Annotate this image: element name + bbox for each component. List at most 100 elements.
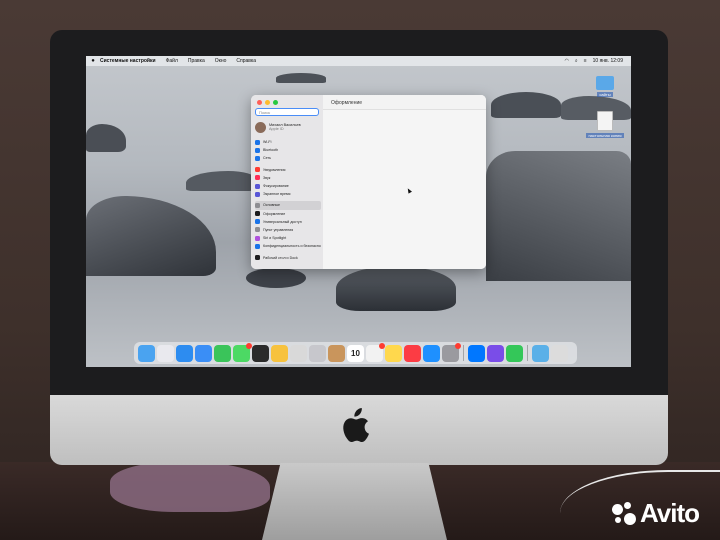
sidebar-item[interactable]: Уведомления: [255, 166, 321, 174]
sidebar-item[interactable]: Универсальный доступ: [255, 218, 321, 226]
cloth: [110, 462, 270, 512]
sidebar-item-label: Конфиденциальность и безопасность: [263, 244, 321, 249]
safari-icon[interactable]: [176, 344, 193, 362]
wallpaper-rock: [491, 92, 561, 118]
dock: 10: [134, 342, 577, 364]
account-item[interactable]: Михаил Васильев Apple ID: [255, 120, 319, 134]
menu-window[interactable]: Окно: [215, 58, 227, 64]
calculator-icon[interactable]: [252, 344, 269, 362]
dock-separator: [463, 345, 464, 361]
calendar-icon[interactable]: 10: [347, 344, 364, 362]
notes-icon[interactable]: [385, 344, 402, 362]
photo-booth-icon[interactable]: [290, 344, 307, 362]
sidebar-item[interactable]: Фокусирование: [255, 182, 321, 190]
sidebar-item-icon: [255, 211, 260, 217]
reminders-icon[interactable]: [366, 342, 385, 362]
sidebar-item[interactable]: Сеть: [255, 154, 321, 162]
photos-icon[interactable]: [271, 344, 288, 362]
settings-search-input[interactable]: Поиск: [255, 108, 319, 116]
sidebar-item-label: Экранное время: [263, 192, 291, 197]
apple-menu-icon[interactable]: ●: [86, 58, 100, 64]
finder-icon[interactable]: [138, 344, 155, 362]
wallpaper-rock: [486, 151, 631, 281]
sidebar-item[interactable]: Siri и Spotlight: [255, 234, 321, 242]
vk-icon[interactable]: [468, 344, 485, 362]
sidebar-item-icon: [255, 235, 260, 241]
sidebar-item-icon: [255, 167, 260, 173]
trash-icon[interactable]: [551, 344, 568, 362]
sidebar-item-label: Универсальный доступ: [263, 219, 302, 224]
sidebar-item[interactable]: Wi-Fi: [255, 138, 321, 146]
sidebar-item-label: Основные: [263, 203, 281, 208]
avito-watermark-text: Avito: [640, 498, 700, 528]
sidebar-item[interactable]: Оформление: [255, 210, 321, 218]
control-center-icon[interactable]: ≡: [584, 58, 587, 64]
numbers-icon[interactable]: [506, 344, 523, 362]
sidebar-item-label: Siri и Spotlight: [263, 236, 287, 241]
mouse-pointer-icon: [406, 187, 412, 194]
mail-icon[interactable]: [195, 344, 212, 362]
wifi-status-icon[interactable]: ◠: [565, 58, 569, 64]
system-settings-icon[interactable]: [442, 342, 461, 362]
facetime-icon[interactable]: [214, 344, 231, 362]
settings-sidebar: Поиск Михаил Васильев Apple ID Wi-Fi Blue…: [251, 95, 324, 269]
wallpaper-rock: [246, 268, 306, 288]
desktop-folder[interactable]: сайты: [592, 76, 618, 97]
app-store-icon[interactable]: [423, 344, 440, 362]
avatar: [255, 121, 266, 133]
zoom-window-button[interactable]: [273, 100, 278, 105]
mac-screen: ● Системные настройки Файл Правка Окно С…: [86, 56, 631, 367]
system-settings-window: Поиск Михаил Васильев Apple ID Wi-Fi Blue…: [251, 95, 486, 269]
menubar-clock[interactable]: 10 янв. 12:09: [593, 58, 623, 64]
contacts-icon[interactable]: [328, 344, 345, 362]
sidebar-item[interactable]: Пункт управления: [255, 226, 321, 234]
account-subtitle: Apple ID: [269, 127, 284, 131]
account-text: Михаил Васильев Apple ID: [269, 123, 301, 132]
menu-file[interactable]: Файл: [166, 58, 178, 64]
launchpad-icon[interactable]: [157, 344, 174, 362]
notification-badge: [455, 342, 461, 349]
window-controls: [257, 100, 278, 105]
downloads-icon[interactable]: [532, 344, 549, 362]
sidebar-item[interactable]: Конфиденциальность и безопасность: [255, 242, 321, 250]
sidebar-item-label: Рабочий стол и Dock: [263, 255, 298, 260]
settings-content: Оформление: [323, 95, 486, 269]
wallpaper-rock: [336, 266, 456, 311]
wallpaper-rock: [186, 171, 256, 191]
document-icon: [597, 111, 613, 131]
sidebar-item[interactable]: Рабочий стол и Dock: [255, 253, 321, 261]
content-title: Оформление: [331, 100, 363, 106]
minimize-window-button[interactable]: [265, 100, 270, 105]
sidebar-item-icon: [255, 155, 260, 161]
settings-sidebar-list: Wi-Fi Bluetooth Сеть Уведомления Звук Фокусир…: [255, 138, 321, 262]
sidebar-item-label: Звук: [263, 175, 271, 180]
apple-logo-icon: [343, 408, 369, 443]
wallpaper-rock: [276, 73, 326, 83]
shortcuts-icon[interactable]: [487, 344, 504, 362]
sidebar-item-icon: [255, 202, 260, 208]
wallpaper-rock: [86, 124, 126, 152]
menu-help[interactable]: Справка: [236, 58, 256, 64]
desktop-document[interactable]: настольная копия: [586, 111, 624, 138]
sidebar-item[interactable]: Основные: [255, 201, 321, 210]
sidebar-item-label: Уведомления: [263, 167, 286, 172]
wallpaper-rock: [86, 196, 216, 276]
sidebar-item-label: Wi-Fi: [263, 140, 272, 145]
menu-app-name[interactable]: Системные настройки: [100, 58, 156, 64]
menu-bar: ● Системные настройки Файл Правка Окно С…: [86, 56, 631, 66]
sidebar-item-label: Пункт управления: [263, 227, 294, 232]
search-menu-icon[interactable]: ⌕: [575, 58, 578, 64]
photo-scene: ● Системные настройки Файл Правка Окно С…: [0, 0, 720, 540]
menu-edit[interactable]: Правка: [188, 58, 205, 64]
music-icon[interactable]: [404, 344, 421, 362]
sidebar-item[interactable]: Звук: [255, 174, 321, 182]
desktop-document-label: настольная копия: [586, 133, 624, 138]
sidebar-item-label: Фокусирование: [263, 184, 289, 189]
avito-watermark: Avito: [612, 498, 700, 529]
close-window-button[interactable]: [257, 100, 262, 105]
sidebar-item[interactable]: Bluetooth: [255, 146, 321, 154]
sidebar-item[interactable]: Экранное время: [255, 190, 321, 198]
finder2-icon[interactable]: [309, 344, 326, 362]
imac-stand: [262, 463, 447, 540]
messages-icon[interactable]: [233, 342, 252, 362]
